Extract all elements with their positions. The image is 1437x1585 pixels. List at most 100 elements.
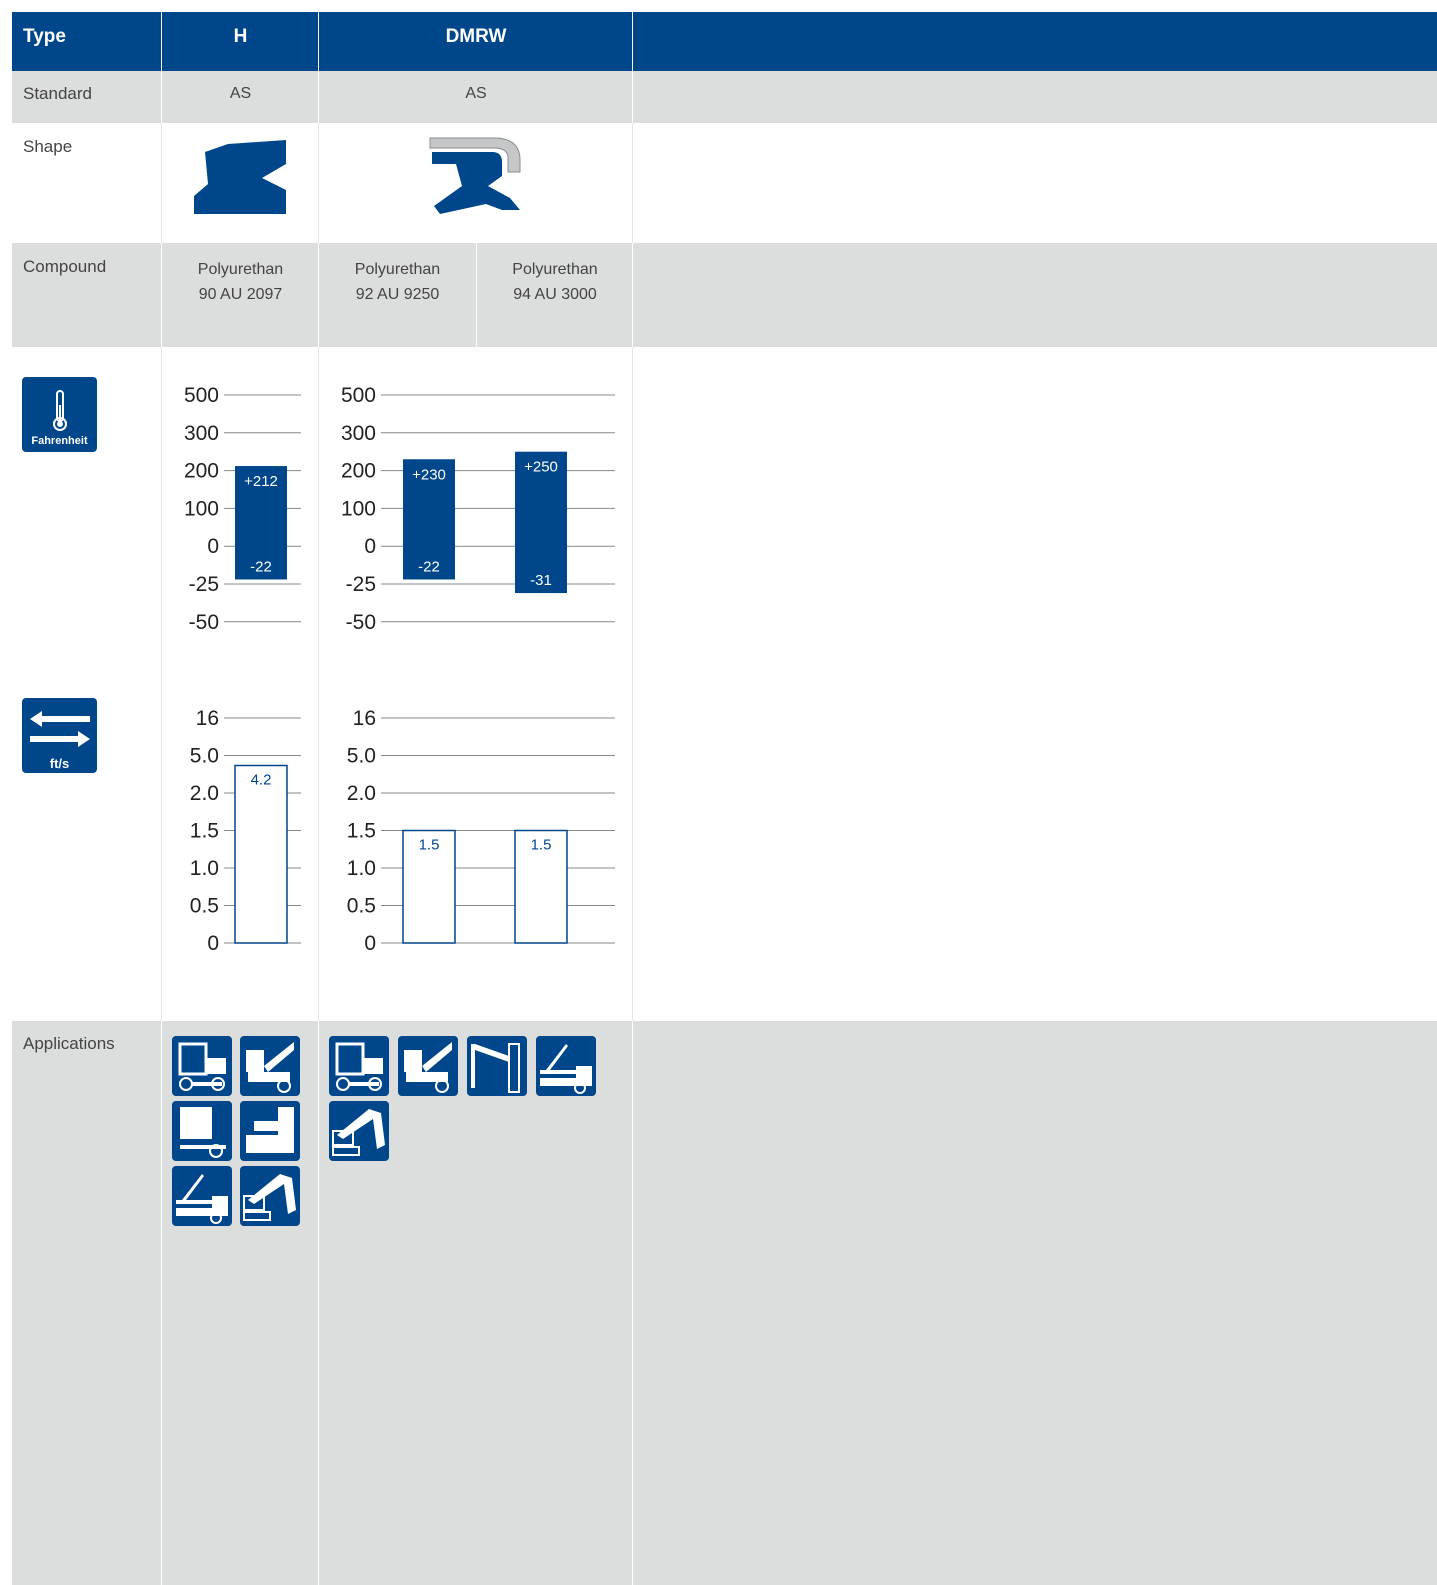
temperature-chart-h: 500 300 200 100 0 -25 -50 +212 -22 [184, 384, 301, 634]
speed-chart-h: 16 5.0 2.0 1.5 1.0 0.5 0 4.2 [190, 707, 301, 955]
speed-icon-box: ft/s [22, 698, 97, 773]
tick-label: 300 [341, 422, 376, 445]
tick-label: 16 [196, 707, 219, 730]
tick-label: -50 [346, 611, 376, 634]
cell-divider [632, 1021, 633, 1585]
bar-min-label: -31 [530, 572, 552, 589]
tractor-icon [172, 1036, 232, 1096]
tick-label: 0 [364, 932, 376, 955]
bar-max-label: +212 [244, 473, 278, 490]
cell-divider [632, 71, 633, 123]
tick-label: 1.0 [190, 857, 219, 880]
compound-code: 90 AU 2097 [198, 286, 283, 303]
compound-name: Polyurethan [512, 261, 598, 278]
injection-machine-icon [240, 1101, 300, 1161]
loading-crane-icon [172, 1166, 232, 1226]
standard-dmrw-value: AS [465, 85, 487, 102]
compound-name: Polyurethan [354, 261, 441, 278]
crane-truck-icon [240, 1036, 300, 1096]
compound-name: Polyurethan [197, 261, 284, 278]
temperature-icon-box: Fahrenheit [22, 377, 97, 452]
tractor-icon-glyph [178, 1042, 226, 1091]
loading-crane-icon-glyph [176, 1174, 228, 1224]
cell-divider [318, 1021, 319, 1585]
tick-label: 1.5 [190, 820, 219, 843]
header-divider [161, 12, 162, 71]
tick-label: 0 [207, 535, 219, 558]
bar-max-label: +250 [524, 459, 558, 476]
speed-unit-label: ft/s [49, 756, 70, 771]
standard-label: Standard [23, 84, 92, 103]
bar-min-label: -22 [418, 558, 440, 575]
tick-label: -50 [189, 611, 219, 634]
compound-cell-dmrw-2: Polyurethan 94 AU 3000 [477, 257, 633, 307]
tick-label: 100 [341, 497, 376, 520]
tick-label: 1.0 [347, 857, 376, 880]
bar-value-label: 1.5 [531, 837, 552, 854]
compound-code: 94 AU 3000 [513, 286, 597, 303]
injection-machine-icon-glyph [246, 1107, 294, 1153]
tick-label: 0 [364, 535, 376, 558]
seal-profile-dmrw-icon [429, 137, 521, 214]
cell-divider [318, 71, 319, 123]
tick-label: -25 [346, 573, 376, 596]
tick-label: 200 [341, 460, 376, 483]
bar-value-label: 1.5 [419, 837, 440, 854]
tick-label: 300 [184, 422, 219, 445]
loading-crane-icon-glyph [540, 1044, 592, 1094]
header-col-dmrw: DMRW [445, 26, 507, 47]
tick-label: 500 [341, 384, 376, 407]
header-col-h: H [233, 26, 248, 47]
tick-label: 0.5 [347, 895, 376, 918]
barrier-icon-glyph [471, 1043, 520, 1093]
crane-truck-icon [398, 1036, 458, 1096]
tick-label: -25 [189, 573, 219, 596]
excavator-icon [329, 1101, 389, 1161]
tick-label: 200 [184, 460, 219, 483]
temperature-chart-dmrw: 500 300 200 100 0 -25 -50 +230 -22 +250 -31 [341, 384, 615, 634]
tick-label: 500 [184, 384, 219, 407]
tractor-icon [329, 1036, 389, 1096]
header-type-label: Type [23, 26, 66, 47]
tick-label: 0.5 [190, 895, 219, 918]
bar-max-label: +230 [412, 466, 446, 483]
excavator-icon-glyph [243, 1174, 296, 1221]
tick-label: 2.0 [347, 782, 376, 805]
compound-label: Compound [23, 257, 107, 276]
crane-truck-icon-glyph [404, 1042, 452, 1093]
tick-label: 5.0 [190, 745, 219, 768]
seal-profile-h-icon [194, 140, 286, 214]
press-icon-glyph [180, 1107, 226, 1158]
compound-cell-h: Polyurethan 90 AU 2097 [162, 257, 319, 307]
shape-label: Shape [23, 137, 73, 156]
header-divider [318, 12, 319, 71]
header-divider [632, 12, 633, 71]
bar-value-label: 4.2 [251, 772, 272, 789]
tick-label: 0 [207, 932, 219, 955]
tick-label: 100 [184, 497, 219, 520]
barrier-icon [467, 1036, 527, 1096]
bar-min-label: -22 [250, 558, 272, 575]
compound-cell-dmrw-1: Polyurethan 92 AU 9250 [319, 257, 476, 307]
tick-label: 2.0 [190, 782, 219, 805]
excavator-icon [240, 1166, 300, 1226]
tick-label: 1.5 [347, 820, 376, 843]
cell-divider [161, 1021, 162, 1585]
speed-chart-dmrw: 16 5.0 2.0 1.5 1.0 0.5 0 1.5 1.5 [347, 707, 615, 955]
tick-label: 5.0 [347, 745, 376, 768]
speed-bar [234, 764, 288, 944]
tick-label: 16 [353, 707, 376, 730]
excavator-icon-glyph [332, 1109, 385, 1156]
cell-divider [318, 123, 319, 243]
loading-crane-icon [536, 1036, 596, 1096]
applications-label: Applications [23, 1034, 115, 1053]
tractor-icon-glyph [335, 1042, 383, 1091]
crane-truck-icon-glyph [246, 1042, 294, 1093]
compound-code: 92 AU 9250 [355, 286, 440, 303]
cell-divider [161, 123, 162, 243]
press-icon [172, 1101, 232, 1161]
standard-h-value: AS [229, 85, 252, 102]
temperature-unit-label: Fahrenheit [31, 435, 88, 447]
cell-divider [161, 71, 162, 123]
cell-divider [632, 123, 633, 243]
